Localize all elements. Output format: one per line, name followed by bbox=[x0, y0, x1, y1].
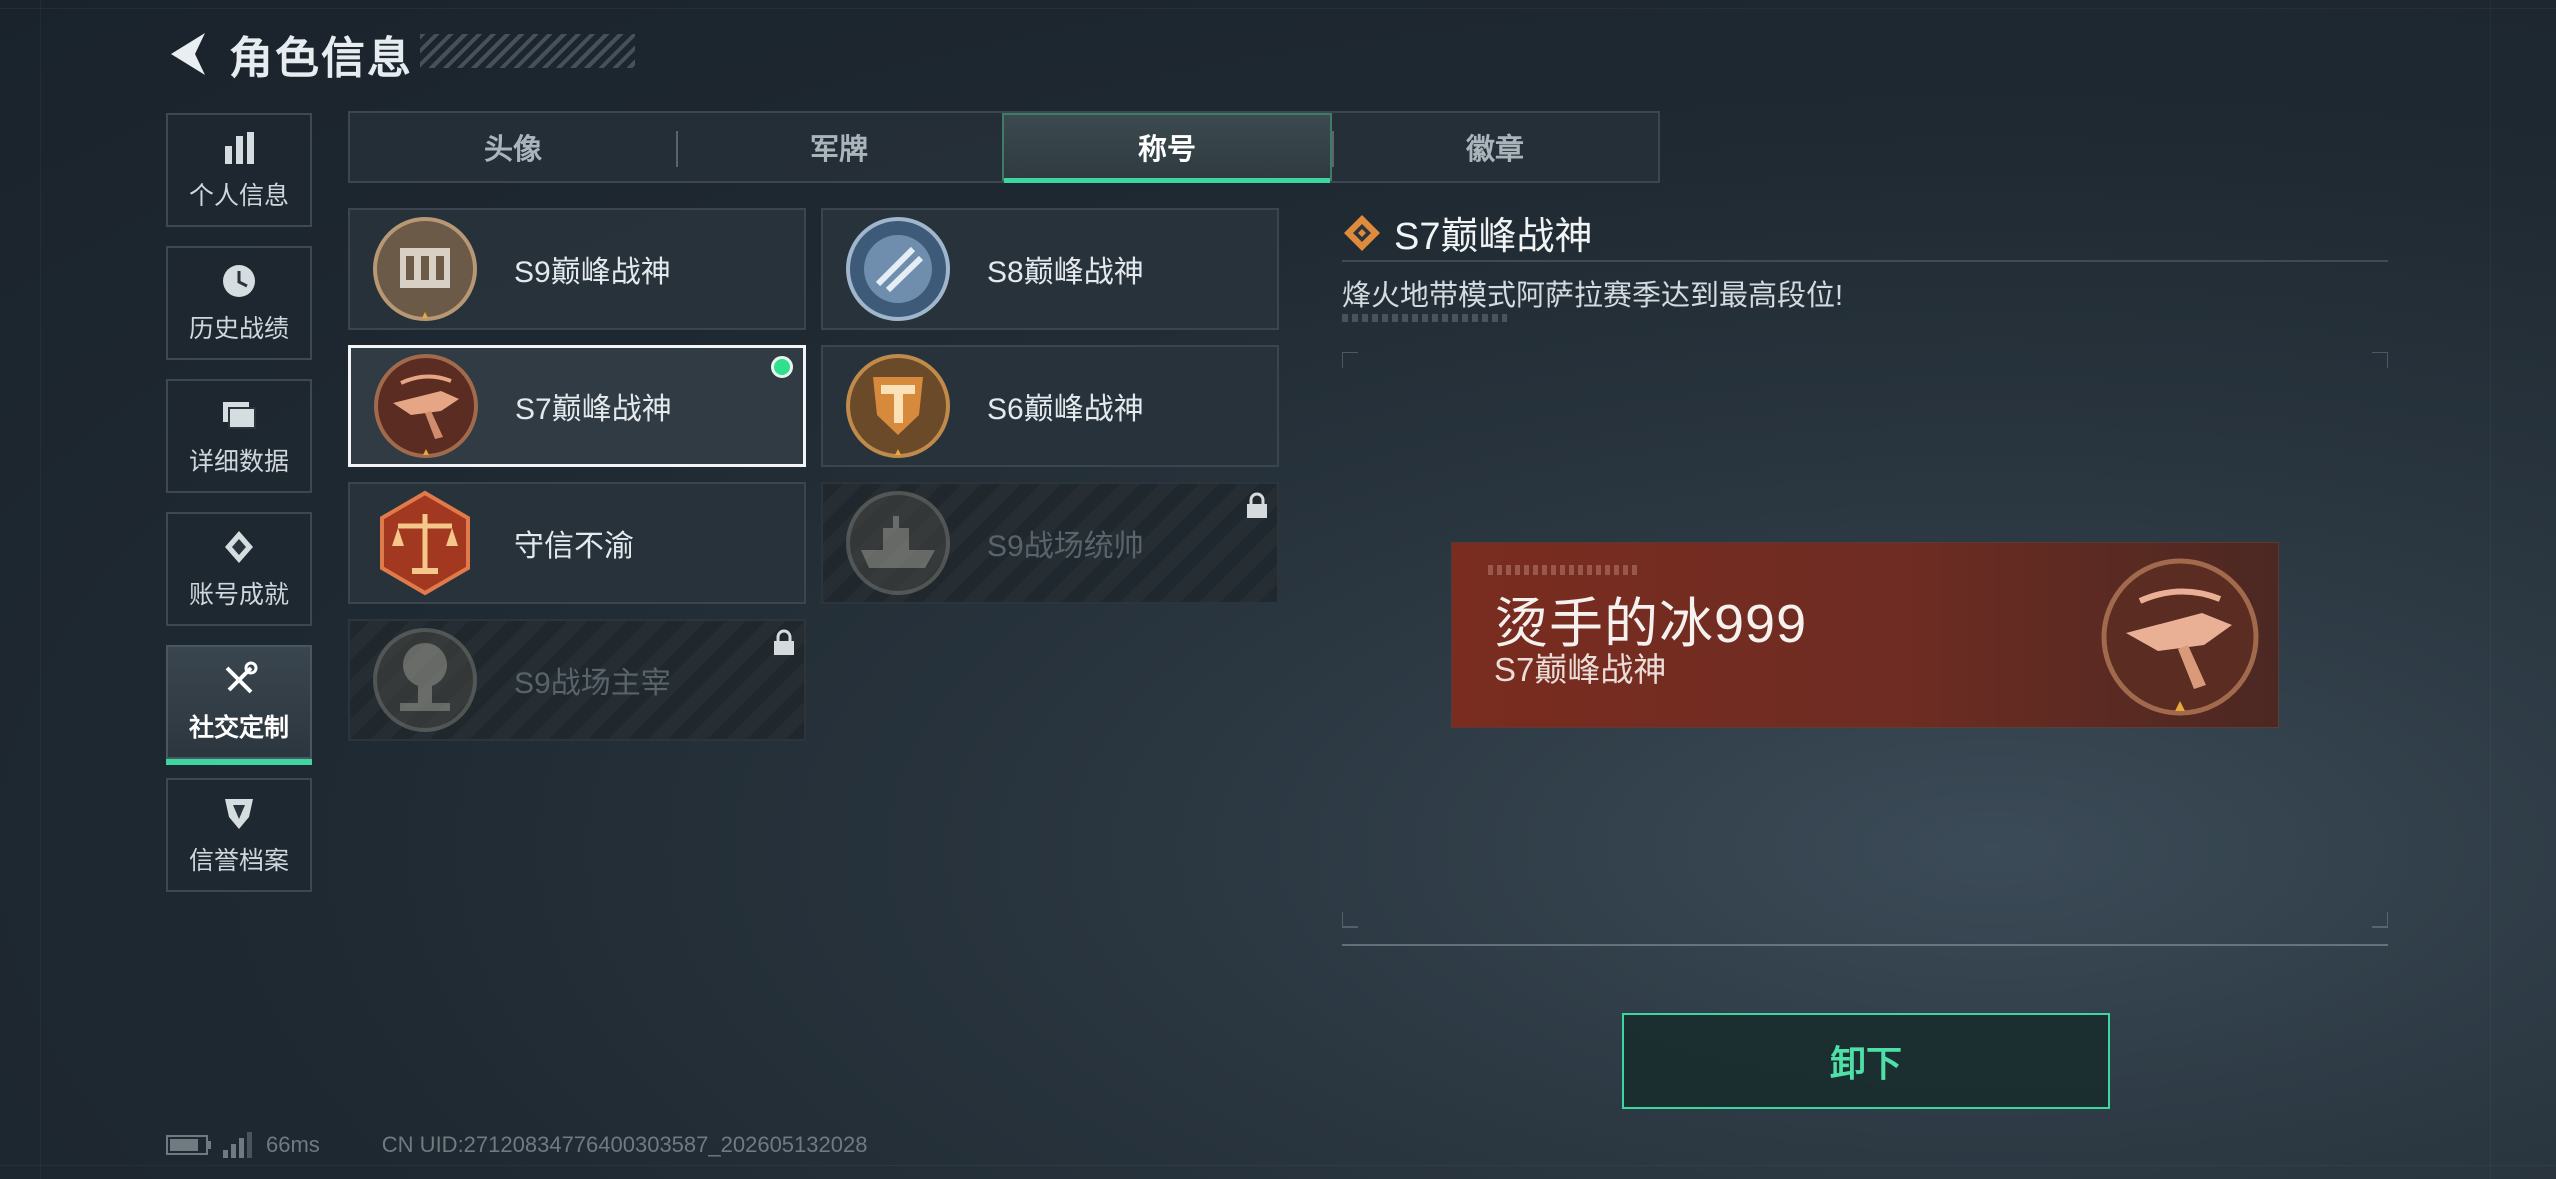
sidebar-item-label: 信誉档案 bbox=[188, 847, 289, 875]
sidebar-item-label: 详细数据 bbox=[188, 448, 289, 476]
clock-icon bbox=[223, 265, 255, 297]
tab-emblem[interactable]: 徽章 bbox=[1332, 113, 1658, 181]
title-card-s9-commander[interactable]: S9战场统帅 bbox=[821, 482, 1279, 604]
sidebar-item-detailed-data[interactable]: 详细数据 bbox=[166, 379, 312, 493]
detail-decoration bbox=[1342, 314, 1507, 322]
title-preview-card: 烫手的冰999 S7巅峰战神 bbox=[1452, 543, 2278, 727]
detail-divider bbox=[1342, 260, 2388, 262]
title-card-s7[interactable]: S7巅峰战神 bbox=[348, 345, 806, 467]
title-card-s6[interactable]: S6巅峰战神 bbox=[821, 345, 1279, 467]
title-card-label: 守信不渝 bbox=[514, 530, 634, 563]
signal-icon bbox=[223, 1132, 252, 1158]
sidebar-item-achievements[interactable]: 账号成就 bbox=[166, 512, 312, 626]
sidebar-item-reputation[interactable]: 信誉档案 bbox=[166, 778, 312, 892]
sidebar-item-label: 账号成就 bbox=[188, 581, 289, 609]
sidebar-item-history[interactable]: 历史战绩 bbox=[166, 246, 312, 360]
crossbow-badge-icon bbox=[374, 354, 478, 458]
title-card-label: S8巅峰战神 bbox=[987, 256, 1144, 289]
category-tabs: 头像 军牌 称号 徽章 bbox=[348, 111, 1660, 183]
diamond-icon bbox=[1344, 214, 1380, 251]
title-card-s8[interactable]: S8巅峰战神 bbox=[821, 208, 1279, 330]
title-card-loyal[interactable]: 守信不渝 bbox=[348, 482, 806, 604]
explosion-badge-icon bbox=[373, 628, 477, 732]
title-card-label: S9巅峰战神 bbox=[514, 256, 671, 289]
title-card-label: S7巅峰战神 bbox=[515, 393, 672, 426]
shield-icon bbox=[225, 799, 253, 829]
warship-badge-icon bbox=[846, 491, 950, 595]
title-card-label: S6巅峰战神 bbox=[987, 393, 1144, 426]
tab-title[interactable]: 称号 bbox=[1002, 113, 1332, 183]
sidebar-item-label: 社交定制 bbox=[188, 714, 289, 742]
lock-icon bbox=[774, 629, 794, 655]
detail-description: 烽火地带模式阿萨拉赛季达到最高段位! bbox=[1342, 280, 1844, 312]
detail-title: S7巅峰战神 bbox=[1394, 216, 1593, 258]
page-title: 角色信息 bbox=[229, 34, 413, 83]
blue-emblem-badge-icon bbox=[846, 217, 950, 321]
title-card-s9[interactable]: S9巅峰战神 bbox=[348, 208, 806, 330]
folder-icon bbox=[223, 402, 256, 429]
bar-chart-icon bbox=[225, 132, 254, 164]
sidebar-item-label: 历史战绩 bbox=[188, 315, 289, 343]
title-card-label: S9战场主宰 bbox=[514, 667, 671, 700]
scales-badge-icon bbox=[380, 490, 470, 596]
sidebar: 个人信息 历史战绩 详细数据 账号成就 社交定制 信誉档案 bbox=[166, 113, 316, 911]
sidebar-item-label: 个人信息 bbox=[188, 182, 289, 210]
status-footer: 66ms CN UID:2712083477640030358​7_202605… bbox=[166, 1128, 867, 1162]
preview-title: S7巅峰战神 bbox=[1494, 651, 1667, 688]
tools-icon bbox=[225, 661, 258, 694]
page-header: 角色信息 bbox=[165, 24, 413, 84]
battery-icon bbox=[166, 1135, 211, 1155]
back-arrow-icon[interactable] bbox=[165, 29, 211, 79]
equipped-indicator bbox=[771, 356, 793, 378]
preview-decoration bbox=[1488, 565, 1638, 575]
medal-icon bbox=[225, 531, 253, 563]
tab-dog-tag[interactable]: 军牌 bbox=[676, 113, 1002, 181]
ping-value: 66ms bbox=[266, 1132, 320, 1157]
shield-t-badge-icon bbox=[846, 354, 950, 458]
sidebar-item-social-custom[interactable]: 社交定制 bbox=[166, 645, 312, 765]
title-card-s9-dominator[interactable]: S9战场主宰 bbox=[348, 619, 806, 741]
detail-header: S7巅峰战神 bbox=[1342, 205, 1592, 260]
preview-frame-baseline bbox=[1342, 944, 2388, 946]
unequip-button[interactable]: 卸下 bbox=[1622, 1013, 2110, 1109]
crossbow-badge-icon bbox=[2101, 558, 2259, 716]
sidebar-item-personal-info[interactable]: 个人信息 bbox=[166, 113, 312, 227]
building-badge-icon bbox=[373, 217, 477, 321]
lock-icon bbox=[1247, 492, 1267, 518]
header-decoration bbox=[420, 34, 635, 68]
title-card-label: S9战场统帅 bbox=[987, 530, 1144, 563]
tab-avatar[interactable]: 头像 bbox=[350, 113, 676, 181]
user-id: CN UID:2712083477640030358​7_20260513202… bbox=[381, 1132, 868, 1157]
